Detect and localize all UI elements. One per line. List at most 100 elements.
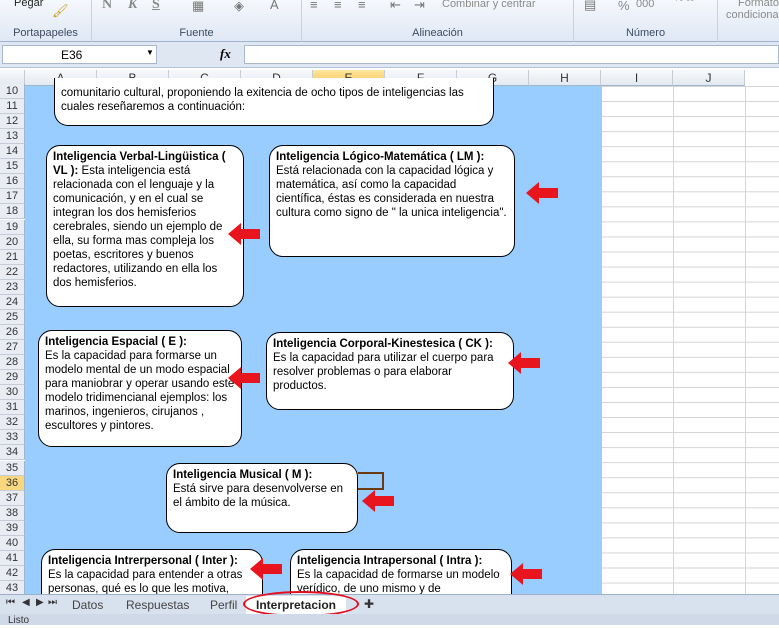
row-header-28[interactable]: 28 xyxy=(0,355,25,371)
prev-sheet-icon[interactable]: ◀ xyxy=(22,597,30,608)
musical-text: Está sirve para desenvolverse en el ámbi… xyxy=(173,483,344,509)
row-header-18[interactable]: 18 xyxy=(0,204,25,220)
row-header-30[interactable]: 30 xyxy=(0,385,25,401)
fill-color-icon[interactable]: ◈ xyxy=(234,0,244,14)
row-header-22[interactable]: 22 xyxy=(0,264,25,280)
red-arrow-icon xyxy=(510,563,542,585)
new-sheet-icon[interactable]: ✚ xyxy=(364,597,374,611)
alignment-group: ≡ ≡ ≡ ⇤ ⇥ Combinar y centrar Alineación xyxy=(302,0,574,42)
sheet-tab-respuestas[interactable]: Respuestas xyxy=(116,596,199,614)
row-header-41[interactable]: 41 xyxy=(0,550,25,566)
row-header-16[interactable]: 16 xyxy=(0,174,25,190)
name-box[interactable]: E36 xyxy=(2,45,157,64)
logico-text: Está relacionada con la capacidad lógica… xyxy=(276,165,507,219)
row-header-17[interactable]: 17 xyxy=(0,189,25,205)
row-header-40[interactable]: 40 xyxy=(0,535,25,551)
verbal-box: Inteligencia Verbal-Lingüistica ( VL ): … xyxy=(46,145,244,307)
row-header-25[interactable]: 25 xyxy=(0,309,25,325)
align-right-icon[interactable]: ≡ xyxy=(358,0,366,12)
corporal-text: Es la capacidad para utilizar el cuerpo … xyxy=(273,352,494,392)
row-header-36[interactable]: 36 xyxy=(0,475,25,491)
row-header-29[interactable]: 29 xyxy=(0,370,25,386)
number-group: ▤ % 000 ⁺⁰ ⁰⁰ Número xyxy=(574,0,718,42)
ribbon: Pegar 🖌 Portapapeles N K S ▦ ◈ A Fuente … xyxy=(0,0,779,42)
paste-button[interactable]: Pegar xyxy=(14,0,43,9)
row-header-23[interactable]: 23 xyxy=(0,279,25,295)
formula-input[interactable] xyxy=(244,45,779,64)
align-left-icon[interactable]: ≡ xyxy=(310,0,318,12)
intro-box: comunitario cultural, proponiendo la exi… xyxy=(54,78,494,126)
row-header-34[interactable]: 34 xyxy=(0,445,25,461)
row-header-32[interactable]: 32 xyxy=(0,415,25,431)
row-header-27[interactable]: 27 xyxy=(0,340,25,356)
first-sheet-icon[interactable]: ⏮ xyxy=(6,597,15,608)
row-header-26[interactable]: 26 xyxy=(0,324,25,340)
format-painter-icon[interactable]: 🖌 xyxy=(52,3,69,19)
red-arrow-icon xyxy=(228,367,260,389)
connector-line xyxy=(358,472,384,490)
row-header-14[interactable]: 14 xyxy=(0,144,25,160)
row-header-21[interactable]: 21 xyxy=(0,249,25,265)
formula-bar: E36 ▼ fx xyxy=(0,42,779,68)
row-header-20[interactable]: 20 xyxy=(0,234,25,250)
intro-text: comunitario cultural, proponiendo la exi… xyxy=(61,87,464,113)
sheet-tab-bar: ⏮ ◀ ▶ ⏭ Datos Respuestas Perfil Interpre… xyxy=(0,591,779,617)
merge-center-button[interactable]: Combinar y centrar xyxy=(442,0,536,10)
intrapersonal-title: Inteligencia Intrapersonal ( Intra ): xyxy=(297,555,483,567)
last-sheet-icon[interactable]: ⏭ xyxy=(48,597,57,608)
chevron-down-icon[interactable]: ▼ xyxy=(146,48,154,57)
insert-function-icon[interactable]: fx xyxy=(220,46,231,62)
row-header-38[interactable]: 38 xyxy=(0,505,25,521)
espacial-title: Inteligencia Espacial ( E ): xyxy=(45,336,187,348)
row-header-19[interactable]: 19 xyxy=(0,219,25,235)
conditional-format-button[interactable]: Formato xyxy=(738,0,779,9)
sheet-tab-perfil[interactable]: Perfil xyxy=(200,596,247,614)
row-header-39[interactable]: 39 xyxy=(0,520,25,536)
red-arrow-icon xyxy=(526,182,558,204)
row-header-31[interactable]: 31 xyxy=(0,400,25,416)
bold-button[interactable]: N xyxy=(102,0,112,13)
number-group-label: Número xyxy=(625,27,666,39)
red-arrow-icon xyxy=(250,558,282,580)
row-header-13[interactable]: 13 xyxy=(0,129,25,145)
column-header-J[interactable]: J xyxy=(673,70,745,86)
row-header-33[interactable]: 33 xyxy=(0,430,25,446)
thousands-button[interactable]: 000 xyxy=(636,0,654,10)
row-header-12[interactable]: 12 xyxy=(0,114,25,130)
sheet-tab-datos[interactable]: Datos xyxy=(62,596,113,614)
conditional-format-label: condicional xyxy=(726,9,779,21)
column-header-H[interactable]: H xyxy=(529,70,601,86)
italic-button[interactable]: K xyxy=(128,0,137,13)
musical-box: Inteligencia Musical ( M ): Está sirve pa… xyxy=(166,463,358,533)
column-header-I[interactable]: I xyxy=(601,70,673,86)
font-color-icon[interactable]: A xyxy=(270,0,279,12)
logico-box: Inteligencia Lógico-Matemática ( LM ): Es… xyxy=(269,145,515,257)
espacial-text: Es la capacidad para formarse un modelo … xyxy=(45,350,235,432)
interpersonal-text: Es la capacidad para entender a otras pe… xyxy=(48,569,243,595)
row-header-42[interactable]: 42 xyxy=(0,565,25,581)
row-header-37[interactable]: 37 xyxy=(0,490,25,506)
row-header-15[interactable]: 15 xyxy=(0,159,25,175)
underline-button[interactable]: S xyxy=(152,0,160,13)
align-center-icon[interactable]: ≡ xyxy=(334,0,342,12)
musical-title: Inteligencia Musical ( M ): xyxy=(173,469,313,481)
red-arrow-icon xyxy=(228,223,260,245)
row-header-10[interactable]: 10 xyxy=(0,84,25,99)
corporal-title: Inteligencia Corporal-Kinestesica ( CK )… xyxy=(273,338,493,350)
font-group-label: Fuente xyxy=(179,27,214,39)
row-header-11[interactable]: 11 xyxy=(0,99,25,115)
interpersonal-title: Inteligencia Intrerpersonal ( Inter ): xyxy=(48,555,238,567)
decimal-icon[interactable]: ⁺⁰ ⁰⁰ xyxy=(674,0,694,7)
increase-indent-icon[interactable]: ⇥ xyxy=(414,0,425,13)
decrease-indent-icon[interactable]: ⇤ xyxy=(390,0,401,13)
borders-icon[interactable]: ▦ xyxy=(192,0,204,14)
red-arrow-icon xyxy=(362,490,394,512)
espacial-box: Inteligencia Espacial ( E ): Es la capaci… xyxy=(38,330,242,447)
accounting-format-icon[interactable]: ▤ xyxy=(584,0,596,13)
next-sheet-icon[interactable]: ▶ xyxy=(36,597,44,608)
red-arrow-icon xyxy=(508,352,540,374)
row-header-35[interactable]: 35 xyxy=(0,460,25,476)
status-bar: Listo xyxy=(0,614,779,626)
row-header-24[interactable]: 24 xyxy=(0,294,25,310)
percent-button[interactable]: % xyxy=(618,0,630,13)
